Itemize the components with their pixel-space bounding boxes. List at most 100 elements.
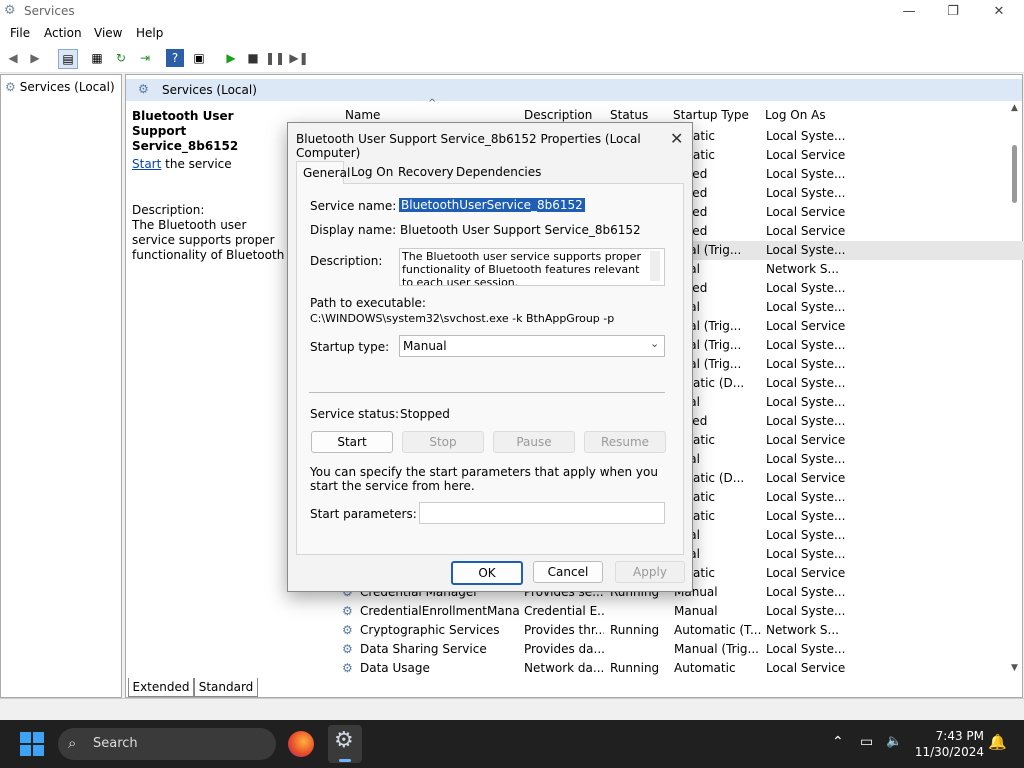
cell-startup-type: Manual (Trig... [674, 642, 759, 656]
path-label: Path to executable: [310, 296, 426, 310]
start-parameters-input[interactable] [419, 502, 665, 524]
volume-muted-icon[interactable]: 🔈 [886, 734, 902, 749]
clock[interactable]: 7:43 PM 11/30/2024 [912, 728, 984, 760]
start-service-line: Start the service [132, 157, 232, 171]
menu-file[interactable]: File [10, 26, 30, 40]
tab-log-on[interactable]: Log On [351, 165, 393, 179]
startup-type-label: Startup type: [310, 340, 390, 354]
startup-type-select[interactable]: Manual ⌄ [399, 335, 665, 357]
start-parameters-hint: You can specify the start parameters tha… [310, 465, 658, 493]
pause-button[interactable]: Pause [493, 431, 575, 453]
table-row[interactable]: ⚙ CredentialEnrollmentMana... Credential E… [340, 602, 1024, 621]
notification-bell-icon[interactable]: 🔔 [988, 733, 1007, 751]
menu-action[interactable]: Action [44, 26, 82, 40]
cell-startup-type: Manual [674, 604, 718, 618]
description-label: Description: [132, 203, 205, 217]
cell-description: Network da... [524, 661, 604, 675]
service-name-value[interactable]: BluetoothUserService_8b6152 [399, 198, 585, 212]
cell-log-on-as: Local Service [766, 566, 846, 580]
scroll-up-icon[interactable]: ▲ [1011, 103, 1018, 113]
export-icon[interactable]: ⇥ [136, 49, 154, 67]
tab-recovery[interactable]: Recovery [398, 165, 454, 179]
cell-startup-type: Automatic [674, 661, 736, 675]
dialog-close-button[interactable]: ✕ [670, 129, 683, 148]
cell-log-on-as: Local Syste... [766, 604, 846, 618]
firefox-icon[interactable] [288, 731, 314, 757]
tab-general[interactable]: General [296, 161, 350, 184]
menu-help[interactable]: Help [136, 26, 163, 40]
description-scrollbar[interactable] [650, 251, 660, 281]
refresh-icon[interactable]: ↻ [112, 49, 130, 67]
show-hide-icon[interactable]: ▣ [190, 49, 208, 67]
display-name-value[interactable]: Bluetooth User Support Service_8b6152 [400, 223, 641, 237]
tab-extended[interactable]: Extended [128, 678, 194, 697]
chevron-up-icon[interactable]: ⌃ [832, 734, 844, 750]
startup-type-value: Manual [403, 339, 447, 353]
description-label: Description: [310, 254, 383, 268]
table-row[interactable]: ⚙ Data Sharing Service Provides da... Manua… [340, 640, 1024, 659]
ok-button[interactable]: OK [451, 561, 523, 585]
search-icon: ⌕ [68, 734, 77, 752]
back-arrow-icon[interactable]: ◀ [4, 49, 22, 67]
cell-log-on-as: Network S... [766, 262, 839, 276]
active-indicator [339, 759, 351, 762]
help-icon[interactable]: ? [166, 49, 184, 67]
cell-log-on-as: Local Syste... [766, 414, 846, 428]
start-service-link[interactable]: Start [132, 157, 161, 171]
service-status-value: Stopped [400, 407, 450, 421]
search-label: Search [93, 736, 138, 751]
service-properties-dialog: Bluetooth User Support Service_8b6152 Pr… [287, 122, 693, 592]
services-gear-icon: ⚙ [4, 3, 16, 18]
path-value[interactable]: C:\WINDOWS\system32\svchost.exe -k BthAp… [310, 312, 614, 325]
menu-view[interactable]: View [94, 26, 122, 40]
start-service-icon[interactable]: ▶ [222, 49, 240, 67]
description-box[interactable]: The Bluetooth user service supports prop… [399, 248, 665, 286]
column-description[interactable]: Description [524, 108, 592, 122]
start-button[interactable]: Start [311, 431, 393, 453]
cell-status: Running [610, 623, 660, 637]
taskbar-services-app[interactable]: ⚙ [328, 725, 362, 763]
cell-log-on-as: Local Service [766, 319, 846, 333]
cell-log-on-as: Local Syste... [766, 376, 846, 390]
cell-log-on-as: Local Syste... [766, 129, 846, 143]
table-row[interactable]: ⚙ Data Usage Network da... Running Automatic… [340, 659, 1024, 678]
tree-node-label: Services (Local) [19, 80, 115, 94]
cell-log-on-as: Local Syste... [766, 452, 846, 466]
start-button[interactable] [20, 732, 44, 756]
apply-button[interactable]: Apply [615, 561, 685, 583]
tab-standard[interactable]: Standard [194, 678, 258, 697]
cell-log-on-as: Local Syste... [766, 585, 846, 599]
column-status[interactable]: Status [610, 108, 648, 122]
service-status-label: Service status: [310, 407, 400, 421]
pause-service-icon[interactable]: ❚❚ [265, 49, 285, 67]
restore-button[interactable]: ❐ [930, 0, 976, 22]
resume-button[interactable]: Resume [584, 431, 666, 453]
gear-icon: ⚙ [138, 82, 149, 96]
minimize-button[interactable]: — [886, 0, 932, 22]
console-tree-icon[interactable]: ▤ [58, 49, 78, 69]
scroll-down-icon[interactable]: ▼ [1011, 663, 1018, 673]
cell-log-on-as: Local Syste... [766, 357, 846, 371]
close-button[interactable]: ✕ [976, 0, 1022, 22]
stop-service-icon[interactable]: ■ [244, 49, 262, 67]
properties-icon[interactable]: ▦ [88, 49, 106, 67]
clock-date: 11/30/2024 [914, 745, 984, 759]
gear-icon: ⚙ [342, 661, 353, 675]
gear-icon: ⚙ [342, 623, 353, 637]
column-startup-type[interactable]: Startup Type [673, 108, 749, 122]
tree-node-services-local[interactable]: ⚙ Services (Local) [5, 80, 115, 94]
tab-dependencies[interactable]: Dependencies [456, 165, 541, 179]
sort-ascending-icon: ^ [428, 98, 437, 109]
scrollbar-thumb[interactable] [1012, 145, 1017, 203]
column-log-on-as[interactable]: Log On As [765, 108, 826, 122]
cell-status: Running [610, 661, 660, 675]
forward-arrow-icon[interactable]: ▶ [26, 49, 44, 67]
status-bar [0, 698, 1024, 721]
taskbar-search[interactable]: ⌕ Search [58, 728, 276, 760]
stop-button[interactable]: Stop [402, 431, 484, 453]
column-name[interactable]: Name [345, 108, 380, 122]
cancel-button[interactable]: Cancel [533, 561, 603, 583]
restart-service-icon[interactable]: ▶❚ [289, 49, 308, 67]
network-icon[interactable]: ▭ [860, 734, 873, 750]
table-row[interactable]: ⚙ Cryptographic Services Provides thr... Ru… [340, 621, 1024, 640]
